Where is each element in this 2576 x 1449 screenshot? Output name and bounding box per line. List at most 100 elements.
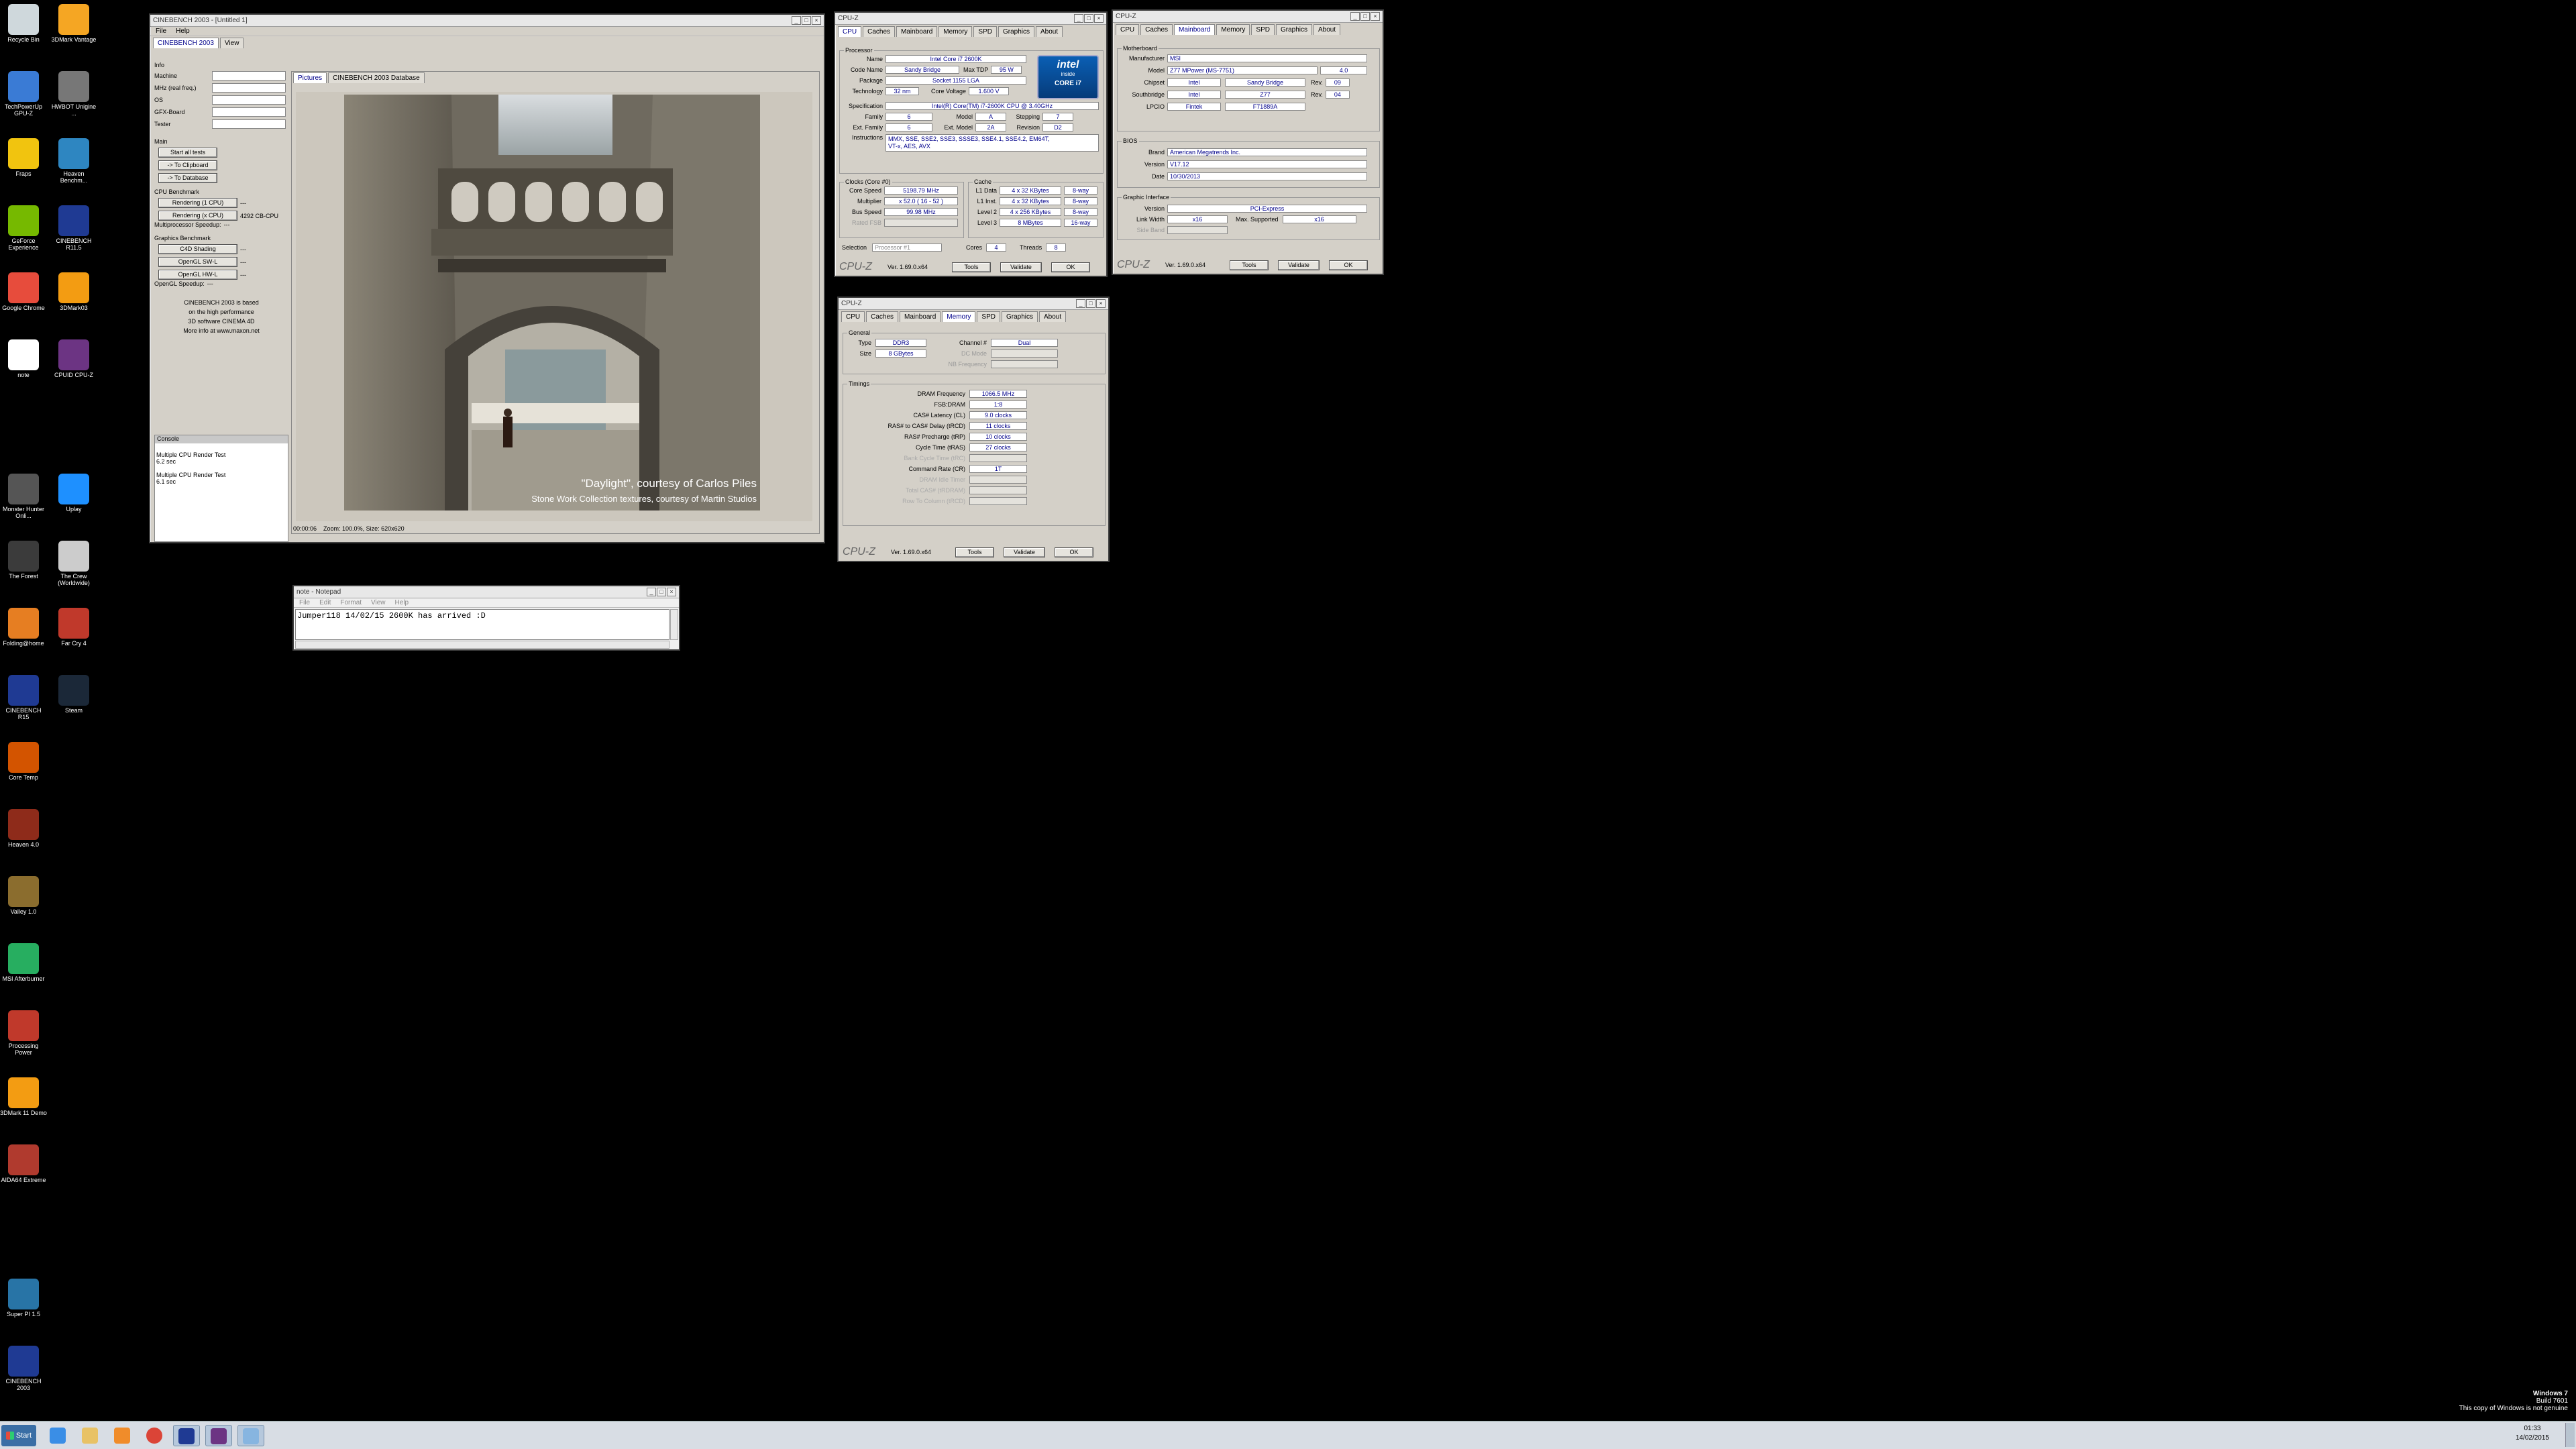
graphics-benchmark-button[interactable]: OpenGL HW-L	[158, 270, 237, 280]
menu-help[interactable]: Help	[395, 599, 409, 606]
graphics-benchmark-button[interactable]: C4D Shading	[158, 244, 237, 254]
taskbar-app-button[interactable]	[44, 1425, 71, 1446]
tools-button[interactable]: Tools	[1230, 260, 1269, 270]
cpuz-mb-titlebar[interactable]: CPU-Z _ □ ×	[1113, 11, 1383, 23]
desktop-icon[interactable]: Super PI 1.5	[0, 1279, 47, 1318]
taskbar-app-button[interactable]	[76, 1425, 103, 1446]
validate-button[interactable]: Validate	[1004, 547, 1045, 557]
desktop-icon[interactable]: The Forest	[0, 541, 47, 580]
desktop-icon[interactable]: AIDA64 Extreme	[0, 1144, 47, 1183]
tools-button[interactable]: Tools	[952, 262, 991, 272]
tab-spd[interactable]: SPD	[977, 311, 1000, 322]
tab-graphics[interactable]: Graphics	[1275, 24, 1312, 35]
desktop-icon[interactable]: Fraps	[0, 138, 47, 177]
maximize-icon[interactable]: □	[1360, 12, 1370, 21]
desktop-icon[interactable]: Far Cry 4	[50, 608, 97, 647]
desktop-icon[interactable]: CPUID CPU-Z	[50, 339, 97, 378]
graphics-benchmark-button[interactable]: OpenGL SW-L	[158, 257, 237, 267]
tab-mainboard[interactable]: Mainboard	[900, 311, 941, 322]
desktop-icon[interactable]: Google Chrome	[0, 272, 47, 311]
desktop-icon[interactable]: MSI Afterburner	[0, 943, 47, 982]
taskbar-app-button[interactable]	[205, 1425, 232, 1446]
info-input[interactable]	[212, 95, 286, 105]
minimize-icon[interactable]: _	[1076, 299, 1085, 308]
tab-caches[interactable]: Caches	[1140, 24, 1173, 35]
show-desktop-button[interactable]	[2565, 1423, 2575, 1447]
desktop-icon[interactable]: Core Temp	[0, 742, 47, 781]
desktop-icon[interactable]: Uplay	[50, 474, 97, 513]
desktop-icon[interactable]: The Crew (Worldwide)	[50, 541, 97, 586]
desktop-icon[interactable]: Recycle Bin	[0, 4, 47, 43]
desktop-icon[interactable]: 3DMark03	[50, 272, 97, 311]
tab-graphics[interactable]: Graphics	[1001, 311, 1038, 322]
clock-date[interactable]: 14/02/2015	[2516, 1434, 2549, 1443]
tab-caches[interactable]: Caches	[866, 311, 899, 322]
maximize-icon[interactable]: □	[657, 588, 666, 596]
tools-button[interactable]: Tools	[955, 547, 994, 557]
menu-file[interactable]: File	[299, 599, 310, 606]
main-action-button[interactable]: -> To Database	[158, 173, 217, 183]
validate-button[interactable]: Validate	[1000, 262, 1042, 272]
tab-cinebench[interactable]: CINEBENCH 2003	[153, 38, 219, 48]
ok-button[interactable]: OK	[1329, 260, 1368, 270]
desktop-icon[interactable]: Folding@home	[0, 608, 47, 647]
tab-cpu[interactable]: CPU	[841, 311, 865, 322]
taskbar-app-button[interactable]	[173, 1425, 200, 1446]
minimize-icon[interactable]: _	[1074, 14, 1083, 23]
tab-cpu[interactable]: CPU	[838, 26, 862, 37]
taskbar-app-button[interactable]	[109, 1425, 136, 1446]
selection-dropdown[interactable]: Processor #1	[872, 244, 943, 252]
tab-cpu[interactable]: CPU	[1116, 24, 1140, 35]
cpuz-mem-titlebar[interactable]: CPU-Z _ □ ×	[839, 298, 1108, 310]
maximize-icon[interactable]: □	[802, 16, 811, 25]
cpu-benchmark-button[interactable]: Rendering (x CPU)	[158, 211, 237, 221]
notepad-titlebar[interactable]: note - Notepad _ □ ×	[294, 586, 679, 598]
desktop-icon[interactable]: TechPowerUp GPU-Z	[0, 71, 47, 117]
info-input[interactable]	[212, 71, 286, 80]
tab-caches[interactable]: Caches	[863, 26, 896, 37]
close-icon[interactable]: ×	[1096, 299, 1106, 308]
vertical-scrollbar[interactable]	[670, 609, 678, 640]
desktop-icon[interactable]: 3DMark Vantage	[50, 4, 97, 43]
desktop-icon[interactable]: note	[0, 339, 47, 378]
menu-help[interactable]: Help	[176, 28, 190, 35]
desktop-icon[interactable]: HWBOT Unigine ...	[50, 71, 97, 117]
tab-database[interactable]: CINEBENCH 2003 Database	[328, 72, 425, 83]
desktop-icon[interactable]: Heaven 4.0	[0, 809, 47, 848]
menu-view[interactable]: View	[371, 599, 386, 606]
desktop-icon[interactable]: Heaven Benchm...	[50, 138, 97, 184]
tab-pictures[interactable]: Pictures	[293, 72, 327, 83]
desktop-icon[interactable]: 3DMark 11 Demo	[0, 1077, 47, 1116]
taskbar-app-button[interactable]	[141, 1425, 168, 1446]
menu-format[interactable]: Format	[340, 599, 362, 606]
desktop-icon[interactable]: CINEBENCH R15	[0, 675, 47, 720]
tab-spd[interactable]: SPD	[973, 26, 997, 37]
start-button[interactable]: Start	[1, 1425, 36, 1446]
desktop-icon[interactable]: Monster Hunter Onli...	[0, 474, 47, 519]
taskbar-app-button[interactable]	[237, 1425, 264, 1446]
desktop-icon[interactable]: Steam	[50, 675, 97, 714]
notepad-text-area[interactable]: Jumper118 14/02/15 2600K has arrived :D	[295, 609, 669, 640]
main-action-button[interactable]: -> To Clipboard	[158, 160, 217, 170]
menu-edit[interactable]: Edit	[319, 599, 331, 606]
maximize-icon[interactable]: □	[1084, 14, 1093, 23]
tab-mainboard[interactable]: Mainboard	[1174, 24, 1216, 35]
ok-button[interactable]: OK	[1051, 262, 1090, 272]
desktop-icon[interactable]: CINEBENCH R11.5	[50, 205, 97, 251]
cpu-benchmark-button[interactable]: Rendering (1 CPU)	[158, 198, 237, 208]
clock-time[interactable]: 01:33	[2516, 1424, 2549, 1434]
ok-button[interactable]: OK	[1055, 547, 1093, 557]
tab-memory[interactable]: Memory	[942, 311, 976, 322]
tab-about[interactable]: About	[1036, 26, 1063, 37]
main-action-button[interactable]: Start all tests	[158, 148, 217, 158]
tab-about[interactable]: About	[1313, 24, 1341, 35]
desktop-icon[interactable]: CINEBENCH 2003	[0, 1346, 47, 1391]
tab-mainboard[interactable]: Mainboard	[896, 26, 938, 37]
info-input[interactable]	[212, 83, 286, 93]
close-icon[interactable]: ×	[812, 16, 821, 25]
close-icon[interactable]: ×	[1094, 14, 1104, 23]
minimize-icon[interactable]: _	[792, 16, 801, 25]
desktop-icon[interactable]: Valley 1.0	[0, 876, 47, 915]
cinebench-titlebar[interactable]: CINEBENCH 2003 - [Untitled 1] _ □ ×	[150, 15, 824, 27]
tab-graphics[interactable]: Graphics	[998, 26, 1034, 37]
